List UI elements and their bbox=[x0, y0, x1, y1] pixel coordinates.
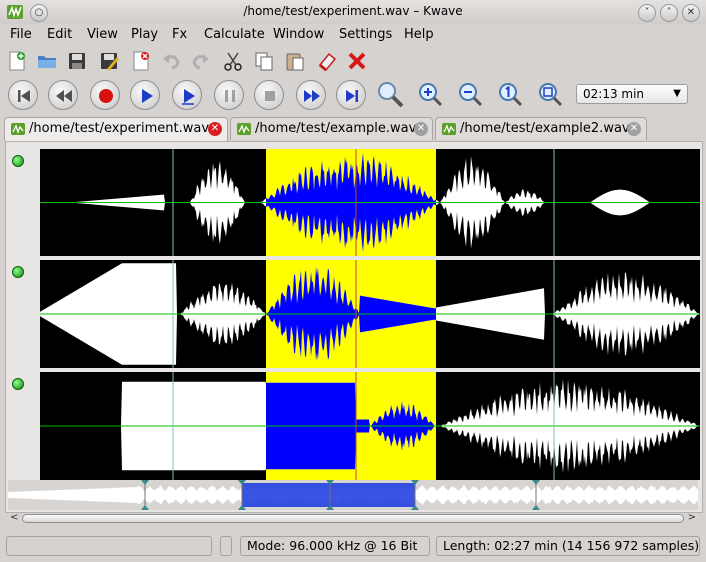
waveform-display[interactable] bbox=[40, 149, 700, 480]
chevron-down-icon: ▼ bbox=[673, 88, 681, 99]
menu-edit[interactable]: Edit bbox=[47, 27, 72, 42]
menu-fx[interactable]: Fx bbox=[172, 27, 187, 42]
track-1-enable-led[interactable] bbox=[12, 155, 24, 167]
save-as-icon[interactable] bbox=[98, 50, 120, 72]
zoom-select[interactable]: 02:13 min ▼ bbox=[576, 84, 688, 104]
stop-icon bbox=[265, 91, 275, 101]
edit-toolbar bbox=[0, 46, 706, 76]
file-tabs: /home/test/experiment.wav ✕ /home/test/e… bbox=[0, 117, 706, 141]
minimize-button[interactable]: ˅ bbox=[638, 4, 656, 22]
scroll-thumb[interactable] bbox=[22, 514, 684, 523]
tab-label: /home/test/experiment.wav bbox=[29, 121, 210, 136]
menu-play[interactable]: Play bbox=[131, 27, 158, 42]
paste-icon[interactable] bbox=[284, 50, 306, 72]
zoom-all-icon[interactable] bbox=[536, 80, 564, 108]
window-title: /home/test/experiment.wav – Kwave bbox=[243, 4, 463, 18]
track-2[interactable] bbox=[40, 260, 700, 368]
scroll-left-icon[interactable]: < bbox=[10, 512, 18, 523]
pause-icon bbox=[225, 90, 235, 102]
menu-view[interactable]: View bbox=[87, 27, 118, 42]
skip-end-icon bbox=[346, 90, 358, 102]
status-bar: Mode: 96.000 kHz @ 16 Bit Length: 02:27 … bbox=[0, 532, 706, 562]
rewind-to-start-button[interactable] bbox=[8, 80, 38, 110]
horizontal-scrollbar[interactable]: < > bbox=[8, 512, 698, 526]
overview-selection[interactable] bbox=[242, 483, 415, 507]
close-tab-icon[interactable]: ✕ bbox=[208, 122, 222, 136]
status-message bbox=[6, 536, 212, 556]
track-3-enable-led[interactable] bbox=[12, 378, 24, 390]
track-3[interactable] bbox=[40, 372, 700, 480]
save-icon[interactable] bbox=[66, 50, 88, 72]
menu-settings[interactable]: Settings bbox=[339, 27, 392, 42]
open-file-icon[interactable] bbox=[36, 50, 58, 72]
zoom-selection-icon[interactable] bbox=[374, 78, 406, 110]
loop-button[interactable] bbox=[172, 80, 202, 110]
tab-experiment[interactable]: /home/test/experiment.wav ✕ bbox=[4, 117, 228, 141]
record-icon bbox=[99, 89, 113, 103]
kwave-file-icon bbox=[237, 123, 251, 135]
zoom-value: 02:13 min bbox=[583, 87, 645, 101]
menu-calculate[interactable]: Calculate bbox=[204, 27, 265, 42]
cut-icon[interactable] bbox=[222, 50, 244, 72]
close-window-button[interactable]: ✕ bbox=[682, 4, 700, 22]
rewind-icon bbox=[56, 90, 72, 102]
skip-start-icon bbox=[18, 90, 30, 102]
redo-icon[interactable] bbox=[190, 50, 212, 72]
record-button[interactable] bbox=[90, 80, 120, 110]
status-mode: Mode: 96.000 kHz @ 16 Bit bbox=[240, 536, 430, 556]
menu-file[interactable]: File bbox=[10, 27, 32, 42]
status-indicator bbox=[220, 536, 232, 556]
erase-icon[interactable] bbox=[316, 50, 338, 72]
pause-button[interactable] bbox=[214, 80, 244, 110]
overview-bar[interactable] bbox=[8, 480, 698, 510]
play-icon bbox=[142, 89, 153, 103]
play-loop-icon bbox=[182, 89, 195, 105]
new-file-icon[interactable] bbox=[6, 50, 28, 72]
stop-button[interactable] bbox=[254, 80, 284, 110]
forward-to-end-button[interactable] bbox=[336, 80, 366, 110]
menu-window[interactable]: Window bbox=[273, 27, 324, 42]
kwave-file-icon bbox=[11, 123, 25, 135]
fast-forward-icon bbox=[304, 90, 320, 102]
copy-icon[interactable] bbox=[253, 50, 275, 72]
zoom-normal-icon[interactable] bbox=[496, 80, 524, 108]
status-length: Length: 02:27 min (14 156 972 samples) bbox=[436, 536, 700, 556]
tab-example2[interactable]: /home/test/example2.wav ✕ bbox=[435, 117, 647, 140]
forward-button[interactable] bbox=[296, 80, 326, 110]
track-2-enable-led[interactable] bbox=[12, 266, 24, 278]
maximize-button[interactable]: ˄ bbox=[660, 4, 678, 22]
menu-help[interactable]: Help bbox=[404, 27, 434, 42]
scroll-right-icon[interactable]: > bbox=[688, 512, 696, 523]
delete-icon[interactable] bbox=[346, 50, 368, 72]
tab-label: /home/test/example.wav bbox=[255, 121, 417, 136]
title-bar: ○ /home/test/experiment.wav – Kwave ˅ ˄ … bbox=[0, 0, 706, 24]
tab-example[interactable]: /home/test/example.wav ✕ bbox=[230, 117, 433, 140]
zoom-in-icon[interactable] bbox=[416, 80, 444, 108]
close-tab-icon[interactable]: ✕ bbox=[414, 122, 428, 136]
play-button[interactable] bbox=[130, 80, 160, 110]
rewind-button[interactable] bbox=[48, 80, 78, 110]
track-1[interactable] bbox=[40, 149, 700, 256]
menu-bar: File Edit View Play Fx Calculate Window … bbox=[0, 24, 706, 46]
kwave-file-icon bbox=[442, 123, 456, 135]
close-file-icon[interactable] bbox=[130, 50, 152, 72]
zoom-out-icon[interactable] bbox=[456, 80, 484, 108]
close-tab-icon[interactable]: ✕ bbox=[627, 122, 641, 136]
undo-icon[interactable] bbox=[160, 50, 182, 72]
tab-label: /home/test/example2.wav bbox=[460, 121, 630, 136]
